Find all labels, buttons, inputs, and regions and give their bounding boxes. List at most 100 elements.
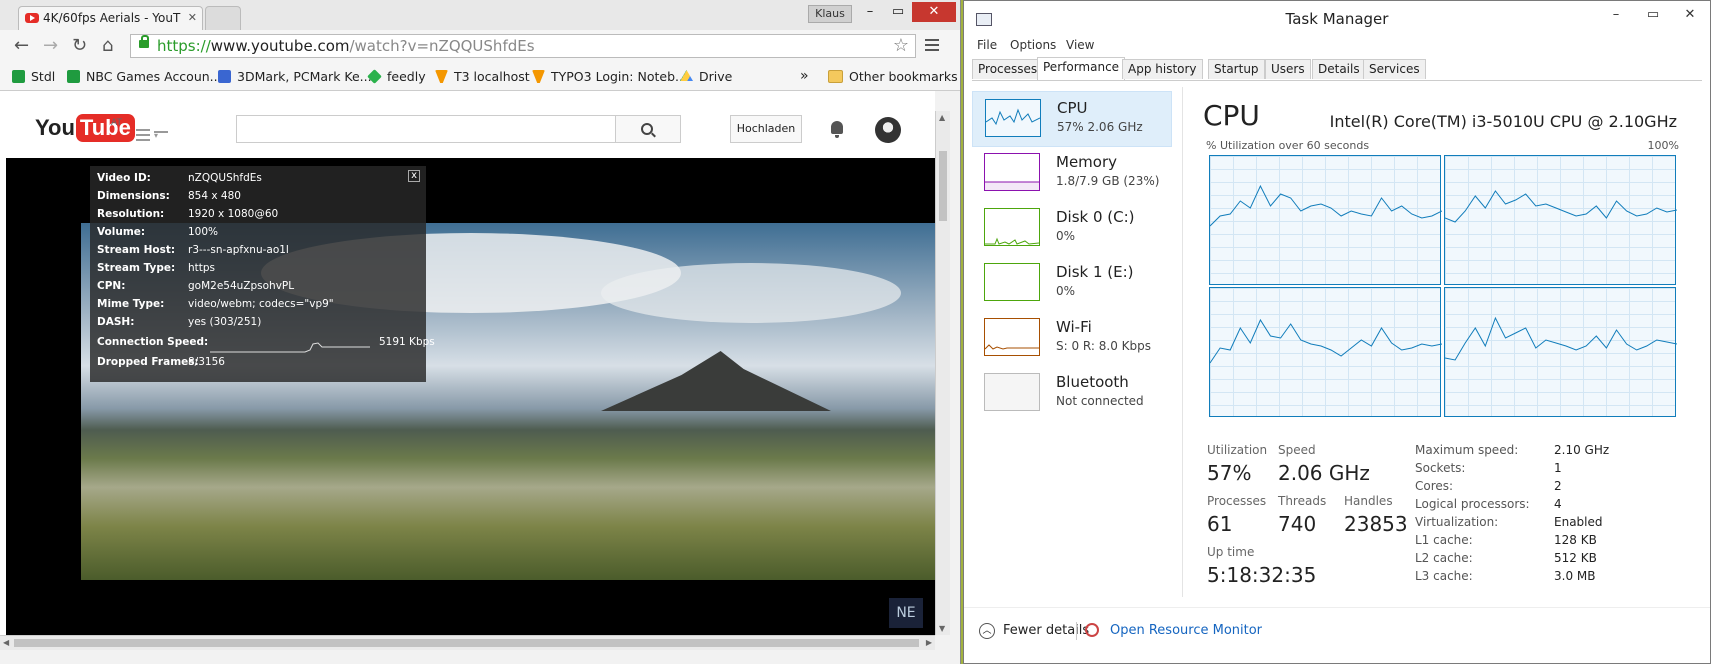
stat-key: Resolution: — [97, 208, 165, 220]
tab-performance[interactable]: Performance — [1037, 57, 1126, 80]
search-button[interactable] — [615, 115, 681, 143]
chrome-menu-icon[interactable] — [925, 39, 939, 54]
profile-button[interactable]: Klaus — [808, 5, 852, 23]
spec-value: 128 KB — [1554, 533, 1597, 547]
scrollbar-thumb[interactable] — [939, 151, 947, 221]
handles-label: Handles — [1344, 494, 1393, 508]
processes-value: 61 — [1207, 512, 1233, 536]
sidebar-item-wifi[interactable]: Wi-Fi S: 0 R: 8.0 Kbps — [972, 311, 1172, 367]
tab-details[interactable]: Details — [1312, 59, 1366, 79]
minimize-icon[interactable]: – — [856, 2, 884, 22]
task-manager-titlebar: Task Manager – ▭ ✕ — [964, 1, 1710, 35]
horizontal-scrollbar[interactable]: ◀ ▶ — [0, 635, 935, 650]
menu-options[interactable]: Options — [1010, 38, 1056, 52]
tab-close-icon[interactable]: ✕ — [188, 11, 197, 24]
tab-startup[interactable]: Startup — [1208, 59, 1265, 79]
stat-value: 854 x 480 — [188, 190, 241, 202]
scrollbar-thumb[interactable] — [14, 639, 919, 647]
spec-key: Virtualization: — [1415, 515, 1499, 529]
bookmark-label: 3DMark, PCMark Ke... — [237, 69, 372, 84]
chevron-up-icon[interactable]: ︿ — [979, 623, 995, 639]
url-host: www.youtube.com — [210, 37, 350, 55]
sidebar-item-value: 0% — [1056, 284, 1076, 298]
folder-icon — [828, 70, 843, 83]
sidebar-item-disk0[interactable]: Disk 0 (C:) 0% — [972, 201, 1172, 257]
uptime-label: Up time — [1207, 545, 1255, 559]
notifications-bell-icon[interactable] — [831, 121, 843, 138]
vertical-scrollbar[interactable]: ▲ ▼ — [935, 111, 950, 635]
sidebar-item-cpu[interactable]: CPU 57% 2.06 GHz — [972, 91, 1172, 147]
video-player[interactable]: NE x Video ID: nZQQUShfdEs Dimensions: 854… — [6, 158, 935, 635]
stat-key: CPN: — [97, 280, 126, 292]
minimize-icon[interactable]: – — [1602, 7, 1630, 22]
tab-processes[interactable]: Processes — [972, 59, 1044, 79]
open-resource-monitor-link[interactable]: Open Resource Monitor — [1110, 623, 1262, 638]
menu-file[interactable]: File — [977, 38, 997, 52]
stats-close-button[interactable]: x — [408, 170, 420, 182]
bookmark-label: TYPO3 Login: Noteb... — [551, 69, 687, 84]
tab-services[interactable]: Services — [1363, 59, 1426, 79]
url-scheme: https:// — [157, 37, 211, 55]
sidebar-item-bluetooth[interactable]: Bluetooth Not connected — [972, 366, 1172, 422]
scroll-up-icon[interactable]: ▲ — [939, 113, 945, 122]
new-tab-button[interactable] — [205, 6, 241, 30]
bookmark-feedly[interactable]: feedly — [367, 69, 426, 84]
scroll-left-icon[interactable]: ◀ — [3, 638, 9, 647]
threads-label: Threads — [1278, 494, 1327, 508]
search-icon — [641, 123, 653, 135]
avatar[interactable] — [875, 117, 901, 143]
drive-icon — [680, 70, 693, 82]
spec-value: 1 — [1554, 461, 1562, 475]
maximize-icon[interactable]: ▭ — [1639, 7, 1667, 22]
bookmark-label: T3 localhost — [454, 69, 530, 84]
bookmark-drive[interactable]: Drive — [680, 69, 732, 84]
stats-for-nerds-panel: x Video ID: nZQQUShfdEs Dimensions: 854 x … — [90, 166, 435, 382]
speed-label: Speed — [1278, 443, 1316, 457]
core-graph-1 — [1444, 155, 1677, 285]
tab-youtube[interactable]: 4K/60fps Aerials - YouT ✕ — [18, 6, 203, 30]
bookmark-label: Stdl — [31, 69, 56, 84]
youtube-header: You Tube AT ▾ Hochladen — [0, 91, 935, 157]
bookmark-star-icon[interactable]: ☆ — [893, 35, 909, 57]
forward-icon[interactable]: → — [43, 37, 58, 55]
bookmark-stdl[interactable]: Stdl — [12, 69, 55, 84]
channel-watermark[interactable]: NE — [889, 598, 923, 628]
chrome-toolbar: ← → ↻ ⌂ https://www.youtube.com/watch?v=… — [0, 30, 960, 64]
stat-value: video/webm; codecs="vp9" — [188, 298, 334, 310]
bookmark-label: feedly — [387, 69, 426, 84]
bookmark-3dmark[interactable]: 3DMark, PCMark Ke... — [218, 69, 372, 84]
typo3-icon — [435, 70, 448, 83]
back-icon[interactable]: ← — [14, 37, 29, 55]
bookmarks-overflow-button[interactable]: » — [800, 68, 809, 84]
home-icon[interactable]: ⌂ — [102, 37, 113, 55]
maximize-icon[interactable]: ▭ — [884, 2, 912, 22]
bookmark-nbc[interactable]: NBC Games Accoun... — [67, 69, 222, 84]
sidebar-item-disk1[interactable]: Disk 1 (E:) 0% — [972, 256, 1172, 312]
upload-button[interactable]: Hochladen — [730, 115, 802, 143]
document-icon — [218, 70, 231, 83]
spec-value: 512 KB — [1554, 551, 1597, 565]
tab-app-history[interactable]: App history — [1122, 59, 1203, 79]
address-bar[interactable]: https://www.youtube.com/watch?v=nZQQUShf… — [130, 34, 916, 58]
sheets-icon — [12, 70, 25, 83]
menu-view[interactable]: View — [1066, 38, 1094, 52]
bookmark-t3-localhost[interactable]: T3 localhost — [435, 69, 530, 84]
tab-users[interactable]: Users — [1265, 59, 1311, 79]
mountain-shape — [601, 351, 831, 411]
stat-key: Volume: — [97, 226, 146, 238]
guide-menu-icon[interactable]: ▾ — [136, 129, 168, 144]
close-window-icon[interactable]: ✕ — [912, 2, 956, 22]
scroll-right-icon[interactable]: ▶ — [926, 638, 932, 647]
reload-icon[interactable]: ↻ — [72, 37, 87, 55]
close-window-icon[interactable]: ✕ — [1676, 7, 1704, 22]
spec-key: Sockets: — [1415, 461, 1466, 475]
search-input[interactable] — [236, 115, 616, 143]
other-bookmarks-folder[interactable]: Other bookmarks — [828, 69, 958, 84]
sidebar-item-memory[interactable]: Memory 1.8/7.9 GB (23%) — [972, 146, 1172, 202]
chrome-window: 4K/60fps Aerials - YouT ✕ Klaus – ▭ ✕ ← … — [0, 0, 961, 664]
spec-key: L2 cache: — [1415, 551, 1473, 565]
bookmark-typo3-login[interactable]: TYPO3 Login: Noteb... — [532, 69, 687, 84]
spec-key: Cores: — [1415, 479, 1454, 493]
country-code: AT — [111, 118, 122, 128]
scroll-down-icon[interactable]: ▼ — [939, 624, 945, 633]
